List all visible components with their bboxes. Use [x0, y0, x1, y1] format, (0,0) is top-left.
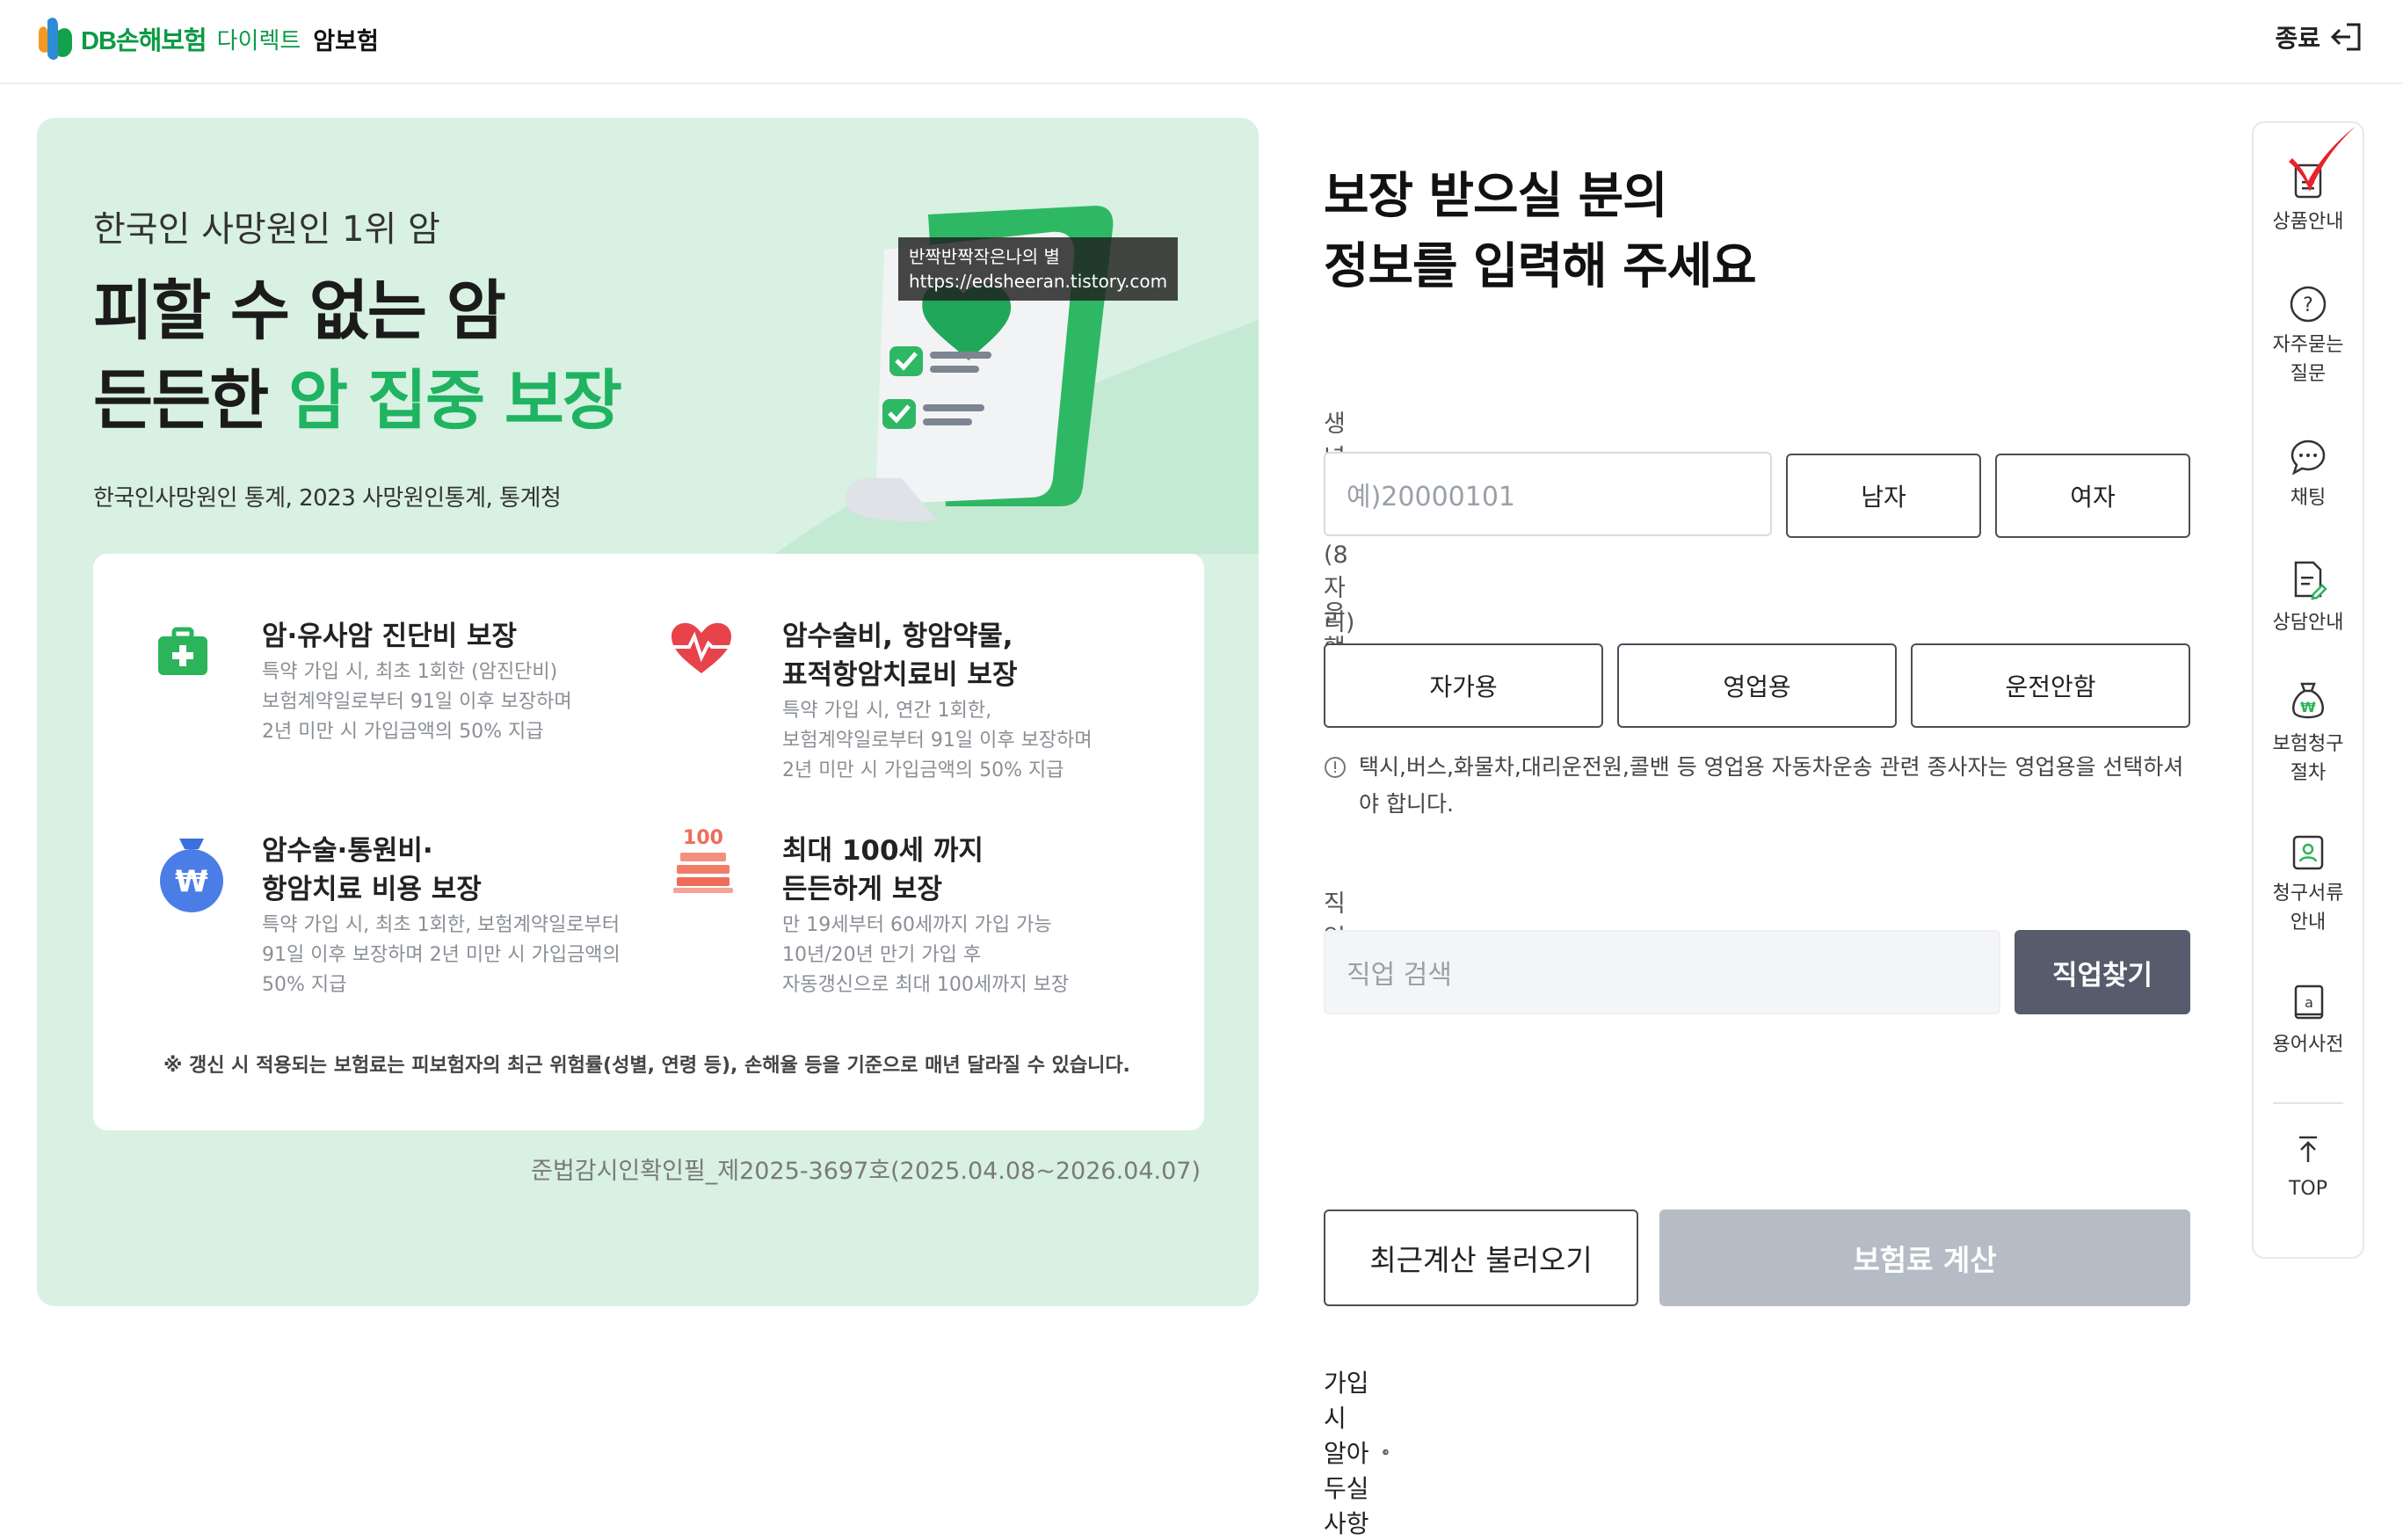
- feature-title: 암수술·통원비· 항암치료 비용 보장: [262, 835, 482, 905]
- feature-title: 암·유사암 진단비 보장: [262, 621, 518, 652]
- money-bag-icon: ₩: [2292, 682, 2324, 719]
- join-notes-label: 가입 시 알아두실 사항: [1324, 1369, 1369, 1538]
- sidebar-item-label: 보험청구 절차: [2272, 733, 2344, 784]
- svg-text:a: a: [2305, 994, 2313, 1011]
- consult-document-icon: [2294, 561, 2327, 600]
- heartbeat-icon: [672, 622, 731, 673]
- gender-female-button[interactable]: 여자: [1995, 454, 2190, 538]
- banner-kicker: 한국인 사망원인 1위 암: [93, 209, 440, 250]
- sidebar-item-faq[interactable]: ? 자주묻는 질문: [2254, 285, 2363, 389]
- money-bag-icon: ₩: [160, 839, 223, 912]
- sidebar-item-consult[interactable]: 상담안내: [2254, 559, 2363, 637]
- banner-title-line2: 든든한 암 집중 보장: [93, 348, 622, 442]
- dictionary-icon: a: [2294, 984, 2324, 1020]
- db-logo[interactable]: DB손해보험 다이렉트 암보험: [35, 12, 379, 65]
- feature-desc: 만 19세부터 60세까지 가입 가능 10년/20년 만기 가입 후 자동갱신…: [782, 914, 1070, 996]
- svg-text:100: 100: [683, 827, 723, 849]
- feature-diagnosis: 암·유사암 진단비 보장 특약 가입 시, 최초 1회한 (암진단비) 보험계약…: [262, 617, 572, 747]
- info-icon: [1325, 757, 1346, 778]
- job-search-placeholder: 직업 검색: [1347, 960, 1452, 991]
- feature-title: 암수술비, 항암약물, 표적항암치료비 보장: [782, 621, 1018, 691]
- brand-name: DB손해보험: [81, 27, 207, 55]
- db-logo-icon: [35, 13, 77, 64]
- gender-male-button[interactable]: 남자: [1786, 454, 1981, 538]
- top-label: TOP: [2288, 1178, 2328, 1200]
- sidebar-item-glossary[interactable]: a 용어사전: [2254, 983, 2363, 1059]
- vehicle-private-button[interactable]: 자가용: [1324, 643, 1603, 728]
- feature-title: 최대 100세 까지 든든하게 보장: [782, 835, 984, 905]
- sidebar-divider: [2273, 1102, 2343, 1104]
- exit-icon: [2330, 23, 2361, 51]
- banner-source: 한국인사망원인 통계, 2023 사망원인통계, 통계청: [93, 485, 562, 512]
- load-recent-button[interactable]: 최근계산 불러오기: [1324, 1209, 1638, 1306]
- sidebar-item-label: 상담안내: [2272, 612, 2344, 634]
- brand-sub: 다이렉트: [216, 27, 301, 54]
- question-icon: ?: [2290, 286, 2327, 323]
- chat-icon: [2290, 439, 2326, 476]
- feature-outpatient: 암수술·통원비· 항암치료 비용 보장 특약 가입 시, 최초 1회한, 보험계…: [262, 832, 621, 1000]
- banner-title-line1: 피할 수 없는 암: [93, 273, 506, 349]
- sidebar-item-chat[interactable]: 채팅: [2254, 438, 2363, 512]
- sidebar-item-label: 상품안내: [2272, 211, 2344, 233]
- scroll-top-button[interactable]: TOP: [2254, 1132, 2363, 1203]
- join-notes-link[interactable]: 가입 시 알아두실 사항: [1324, 1364, 1389, 1540]
- birthdate-input[interactable]: 예)20000101: [1324, 452, 1772, 536]
- job-find-button[interactable]: 직업찾기: [2015, 930, 2190, 1014]
- svg-text:₩: ₩: [175, 864, 208, 899]
- svg-text:?: ?: [2303, 294, 2313, 316]
- watermark-line2: https://edsheeran.tistory.com: [909, 271, 1168, 292]
- calculate-premium-button[interactable]: 보험료 계산: [1659, 1209, 2190, 1306]
- exit-label: 종료: [2275, 24, 2320, 53]
- sidebar-item-claim-documents[interactable]: 청구서류 안내: [2254, 832, 2363, 937]
- quick-menu-sidebar: 상품안내 ? 자주묻는 질문 채팅 상담안내 ₩ 보험청구 절차 청구서류 안내…: [2252, 121, 2364, 1259]
- renewal-notice: ※ 갱신 시 적용되는 보험료는 피보험자의 최근 위험률(성별, 연령 등),…: [163, 1055, 1130, 1077]
- vehicle-info-text: 택시,버스,화물차,대리운전원,콜밴 등 영업용 자동차운송 관련 종사자는 영…: [1359, 754, 2184, 817]
- coverage-card: 암·유사암 진단비 보장 특약 가입 시, 최초 1회한 (암진단비) 보험계약…: [93, 554, 1204, 1130]
- form-title-line2: 정보를 입력해 주세요: [1324, 238, 1757, 295]
- sidebar-item-label: 채팅: [2290, 487, 2327, 509]
- product-name: 암보험: [313, 27, 379, 55]
- birthdate-placeholder: 예)20000101: [1347, 482, 1515, 512]
- feature-desc: 특약 가입 시, 연간 1회한, 보험계약일로부터 91일 이후 보장하며 2년…: [782, 700, 1093, 781]
- exit-button[interactable]: 종료: [2275, 19, 2364, 54]
- feature-desc: 특약 가입 시, 최초 1회한, 보험계약일로부터 91일 이후 보장하며 2년…: [262, 914, 621, 996]
- birthday-cake-icon: 100: [673, 827, 733, 893]
- id-card-icon: [2292, 835, 2324, 870]
- banner-title-prefix: 든든한: [93, 363, 289, 439]
- form-title: 보장 받으실 분의 정보를 입력해 주세요: [1324, 162, 1939, 302]
- svg-text:₩: ₩: [2300, 699, 2316, 716]
- feature-age-100: 최대 100세 까지 든든하게 보장 만 19세부터 60세까지 가입 가능 1…: [782, 832, 1069, 1000]
- form-title-line1: 보장 받으실 분의: [1324, 168, 1668, 225]
- feature-desc: 특약 가입 시, 최초 1회한 (암진단비) 보험계약일로부터 91일 이후 보…: [262, 661, 572, 743]
- sidebar-item-claim-process[interactable]: ₩ 보험청구 절차: [2254, 680, 2363, 788]
- header: DB손해보험 다이렉트 암보험 종료: [0, 0, 2403, 84]
- check-mark-annotation: [2289, 127, 2356, 192]
- job-search-input[interactable]: 직업 검색: [1324, 930, 2000, 1014]
- sidebar-item-label: 자주묻는 질문: [2272, 334, 2344, 385]
- promo-banner: 한국인 사망원인 1위 암 피할 수 없는 암 든든한 암 집중 보장 한국인사…: [37, 118, 1259, 1306]
- first-aid-kit-icon: [158, 627, 207, 675]
- vehicle-commercial-button[interactable]: 영업용: [1617, 643, 1897, 728]
- banner-title-highlight: 암 집중 보장: [288, 363, 622, 439]
- arrow-up-icon: [2299, 1136, 2317, 1162]
- approval-number: 준법감시인확인필_제2025-3697호(2025.04.08~2026.04.…: [531, 1158, 1201, 1185]
- blog-watermark: 반짝반짝작은나의 별 https://edsheeran.tistory.com: [898, 237, 1179, 301]
- watermark-line1: 반짝반짝작은나의 별: [909, 246, 1060, 267]
- arrow-right-circle-icon: [1383, 1449, 1389, 1456]
- sidebar-item-label: 청구서류 안내: [2272, 883, 2344, 933]
- sidebar-item-label: 용어사전: [2272, 1034, 2344, 1056]
- vehicle-none-button[interactable]: 운전안함: [1911, 643, 2190, 728]
- feature-surgery: 암수술비, 항암약물, 표적항암치료비 보장 특약 가입 시, 연간 1회한, …: [782, 617, 1093, 786]
